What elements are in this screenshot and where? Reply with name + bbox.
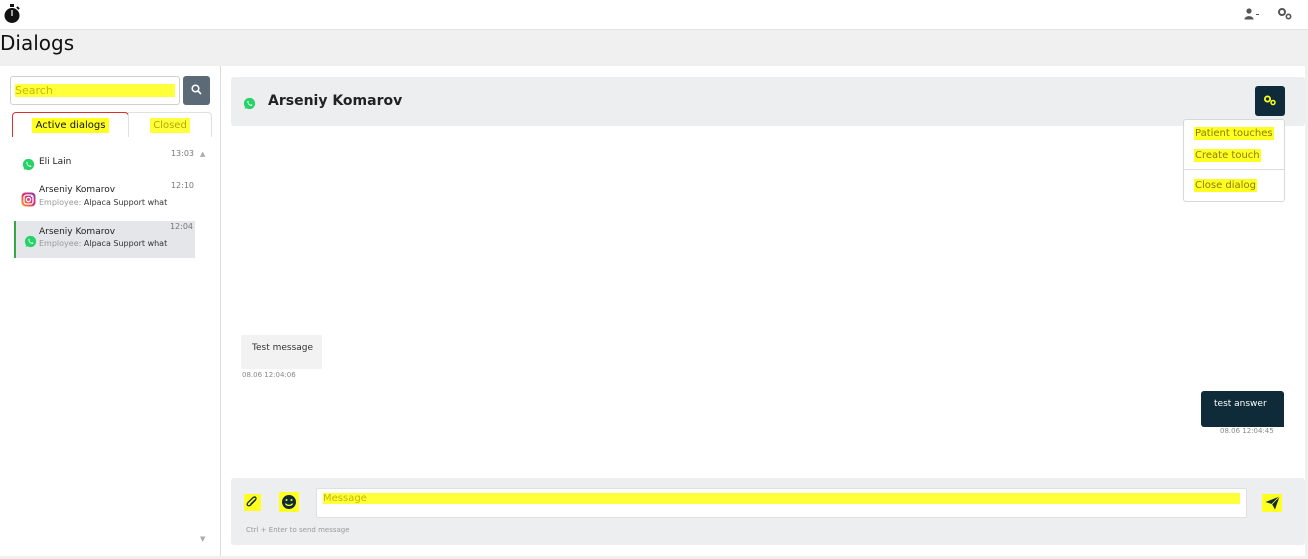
user-dropdown-icon[interactable] — [1244, 6, 1262, 22]
dialog-contact-name: Arseniy Komarov — [39, 227, 116, 237]
employee-label: Employee: — [39, 239, 82, 248]
dialog-time: 12:10 — [170, 181, 194, 190]
message-input[interactable] — [316, 488, 1247, 518]
smiley-icon[interactable] — [279, 492, 299, 512]
dialog-contact-name: Eli Lain — [39, 157, 72, 167]
dialog-item[interactable]: Arseniy Komarov Employee: Alpaca Support… — [12, 180, 196, 218]
message-text: test answer — [1214, 399, 1267, 409]
gears-icon — [1263, 94, 1277, 109]
chat-column: Arseniy Komarov Patient touches Create t… — [231, 66, 1305, 556]
search-button[interactable] — [183, 76, 210, 105]
dialog-time: 12:04 — [169, 222, 193, 231]
message-time: 08.06 12:04:06 — [242, 371, 296, 379]
menu-item-close-dialog[interactable]: Close dialog — [1194, 179, 1257, 192]
gears-icon[interactable] — [1276, 6, 1294, 22]
whatsapp-icon — [22, 156, 35, 171]
scroll-up-arrow[interactable]: ▲ — [200, 150, 205, 158]
search-input[interactable] — [10, 76, 180, 105]
dialog-list-column: Active dialogs Closed ▲ Eli Lain 13:03 — [0, 66, 221, 556]
page-title: Dialogs — [0, 31, 75, 55]
tab-active-dialogs-label: Active dialogs — [31, 117, 110, 133]
dialog-contact-name: Arseniy Komarov — [39, 185, 116, 195]
message-text: Test message — [252, 343, 314, 353]
search-icon — [191, 83, 202, 98]
dialogs-panel: Active dialogs Closed ▲ Eli Lain 13:03 — [0, 66, 1305, 556]
outgoing-message: test answer — [1201, 391, 1284, 427]
dialog-tabs: Active dialogs Closed — [12, 112, 212, 137]
send-hint: Ctrl + Enter to send message — [246, 526, 350, 534]
tab-closed-label: Closed — [150, 117, 190, 133]
dialog-item[interactable]: Arseniy Komarov Employee: Alpaca Support… — [14, 221, 195, 258]
message-composer: Ctrl + Enter to send message — [231, 478, 1305, 545]
dialog-time: 13:03 — [170, 149, 194, 158]
menu-item-patient-touches[interactable]: Patient touches — [1194, 127, 1274, 140]
stopwatch-icon[interactable] — [3, 4, 21, 24]
employee-label: Employee: — [39, 198, 82, 207]
menu-divider — [1184, 169, 1284, 170]
top-bar — [0, 0, 1308, 30]
chat-contact-name: Arseniy Komarov — [268, 93, 403, 109]
chat-header: Arseniy Komarov — [231, 77, 1305, 126]
employee-value: Alpaca Support what — [83, 198, 168, 207]
dialog-employee: Employee: Alpaca Support what — [39, 239, 167, 248]
paper-plane-icon[interactable] — [1262, 494, 1282, 512]
dialog-employee: Employee: Alpaca Support what — [39, 198, 167, 207]
whatsapp-icon — [24, 233, 37, 248]
paperclip-icon[interactable] — [244, 494, 261, 511]
incoming-message: Test message — [241, 335, 322, 369]
dialog-item[interactable]: Eli Lain 13:03 — [12, 148, 196, 175]
whatsapp-icon — [243, 95, 256, 110]
message-time: 08.06 12:04:45 — [1220, 427, 1274, 435]
instagram-icon — [21, 192, 36, 207]
tab-closed[interactable]: Closed — [128, 112, 212, 137]
dialog-list: Eli Lain 13:03 Arseniy Komarov Employee:… — [12, 148, 196, 543]
chat-settings-button[interactable] — [1255, 86, 1285, 116]
chat-actions-menu: Patient touches Create touch Close dialo… — [1183, 119, 1285, 202]
menu-item-create-touch[interactable]: Create touch — [1194, 149, 1261, 162]
employee-value: Alpaca Support what — [83, 239, 168, 248]
scroll-down-arrow[interactable]: ▼ — [200, 535, 205, 543]
tab-active-dialogs[interactable]: Active dialogs — [12, 112, 129, 137]
